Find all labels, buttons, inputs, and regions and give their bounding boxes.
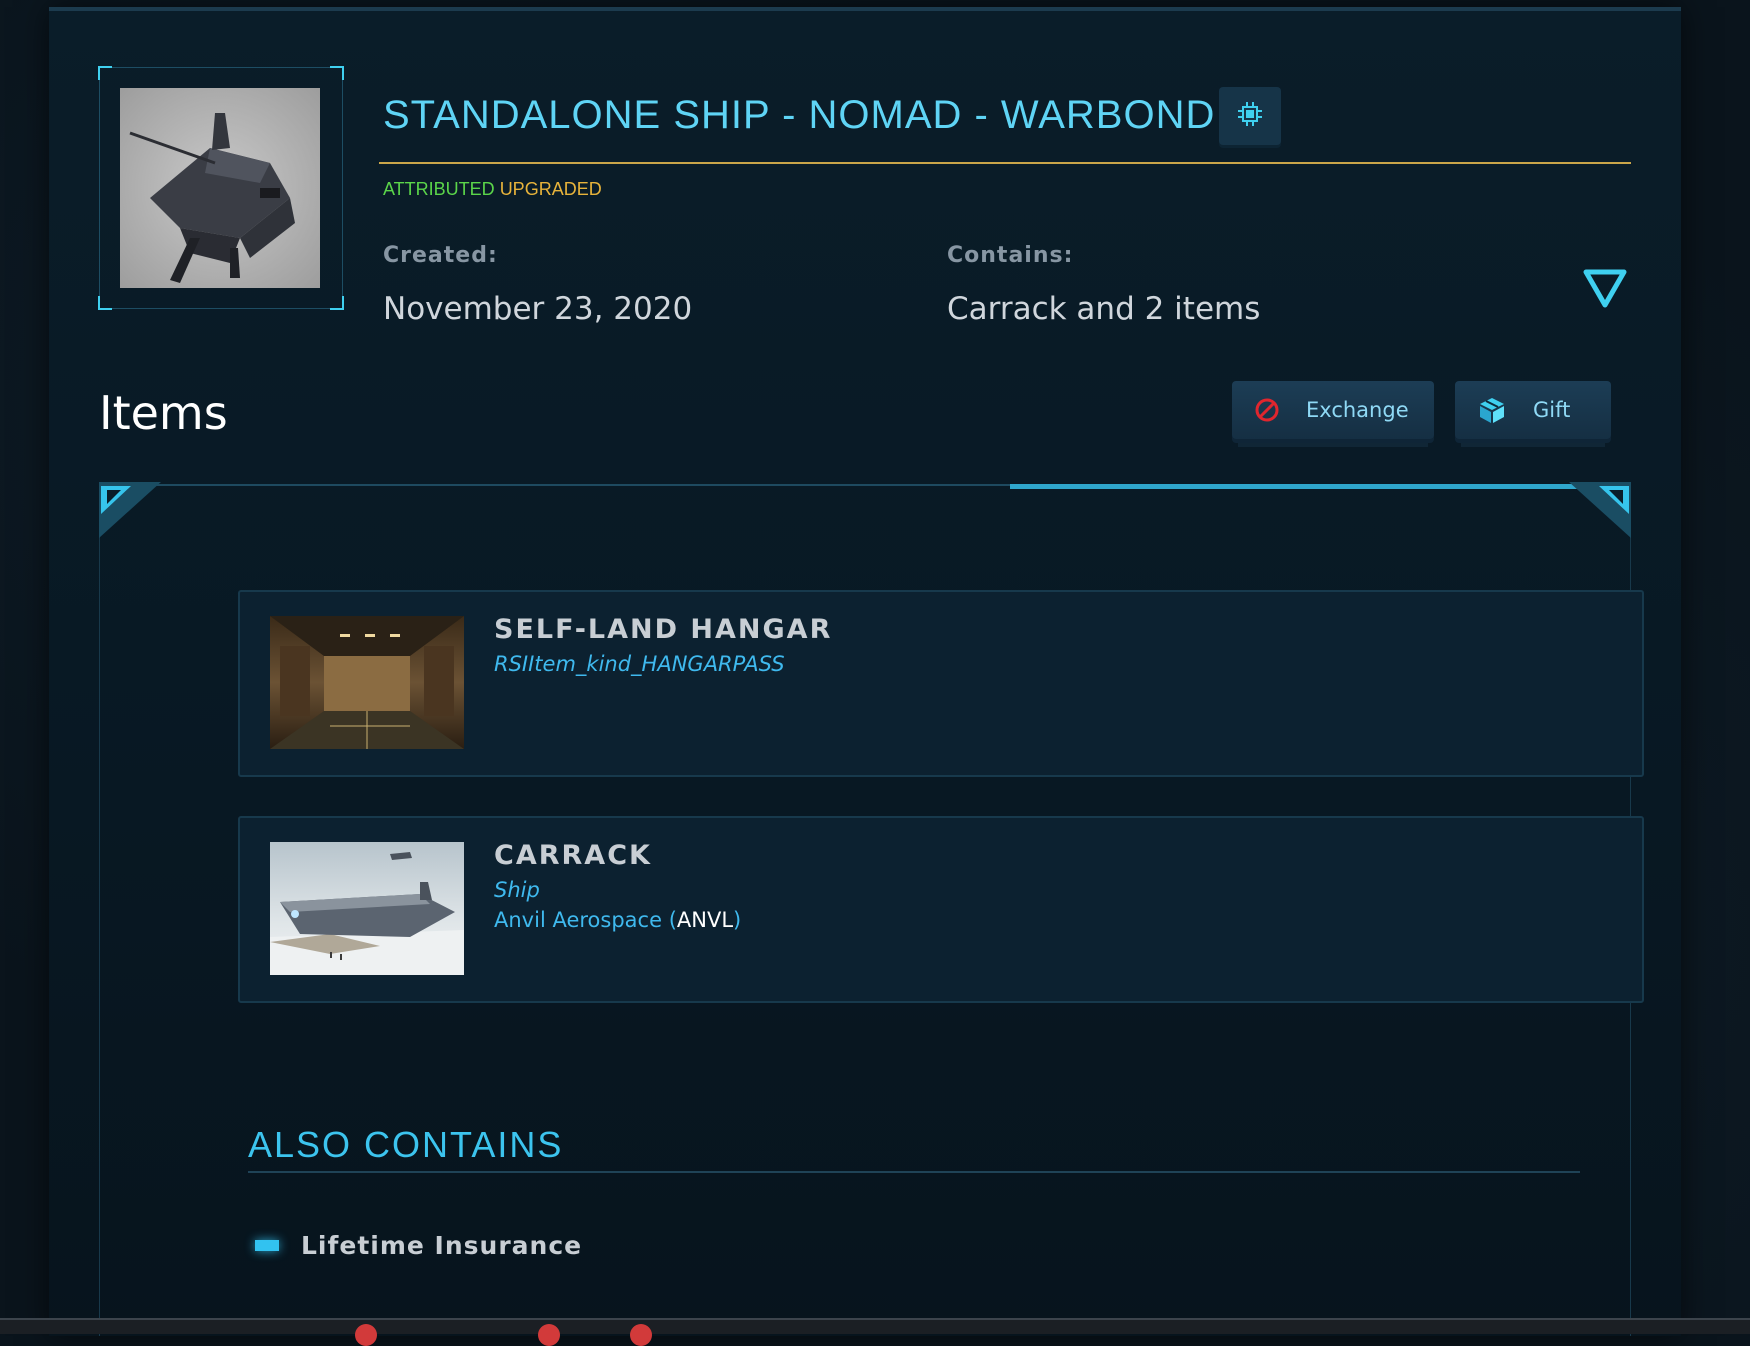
chip-button[interactable] [1219, 87, 1281, 145]
also-contains-item: Lifetime Insurance [255, 1231, 582, 1260]
exchange-button[interactable]: Exchange [1232, 381, 1434, 439]
gift-button[interactable]: Gift [1455, 381, 1611, 439]
item-card-carrack: CARRACK Ship Anvil Aerospace (ANVL) [238, 816, 1644, 1003]
created-value: November 23, 2020 [383, 291, 693, 327]
taskbar-icon[interactable] [538, 1324, 560, 1346]
expand-button[interactable] [1583, 269, 1627, 313]
taskbar-icon[interactable] [355, 1324, 377, 1346]
carrack-image [270, 842, 464, 975]
also-contains-heading: ALSO CONTAINS [248, 1124, 564, 1165]
pledge-panel: STANDALONE SHIP - NOMAD - WARBOND ATTRIB… [49, 7, 1681, 1336]
triangle-down-icon [1583, 269, 1627, 313]
hangar-image [270, 616, 464, 749]
exchange-label: Exchange [1306, 398, 1409, 422]
taskbar-icon[interactable] [630, 1324, 652, 1346]
item-card-hangar: SELF-LAND HANGAR RSIItem_kind_HANGARPASS [238, 590, 1644, 777]
corner-accent-left [99, 482, 161, 538]
also-contains-divider [248, 1171, 1580, 1173]
item-name: CARRACK [494, 840, 652, 871]
forbidden-icon [1254, 397, 1280, 423]
bullet-icon [255, 1240, 279, 1251]
gift-label: Gift [1533, 398, 1571, 422]
upgraded-tag: UPGRADED [499, 179, 602, 199]
items-container: SELF-LAND HANGAR RSIItem_kind_HANGARPASS [99, 482, 1644, 1336]
nomad-ship-image [120, 88, 320, 288]
manufacturer-paren-open: ( [668, 908, 677, 932]
manufacturer-code: ANVL [676, 908, 734, 932]
also-contains-text: Lifetime Insurance [301, 1231, 583, 1260]
item-name: SELF-LAND HANGAR [494, 614, 833, 645]
manufacturer-paren-close: ) [733, 908, 742, 932]
contains-value: Carrack and 2 items [947, 291, 1261, 327]
package-tags: ATTRIBUTED UPGRADED [383, 179, 602, 200]
attributed-tag: ATTRIBUTED [383, 179, 495, 199]
package-thumbnail[interactable] [98, 66, 344, 310]
item-kind: Ship [494, 878, 540, 902]
items-heading: Items [99, 386, 228, 440]
gift-icon [1477, 395, 1507, 425]
chip-icon [1236, 100, 1264, 132]
package-title: STANDALONE SHIP - NOMAD - WARBOND [383, 93, 1216, 137]
manufacturer-name: Anvil Aerospace [494, 908, 662, 932]
item-manufacturer: Anvil Aerospace (ANVL) [494, 908, 741, 932]
item-kind: RSIItem_kind_HANGARPASS [494, 652, 785, 676]
title-divider [379, 162, 1631, 164]
contains-label: Contains: [947, 243, 1074, 268]
created-label: Created: [383, 243, 498, 268]
corner-accent-right [1569, 482, 1631, 538]
